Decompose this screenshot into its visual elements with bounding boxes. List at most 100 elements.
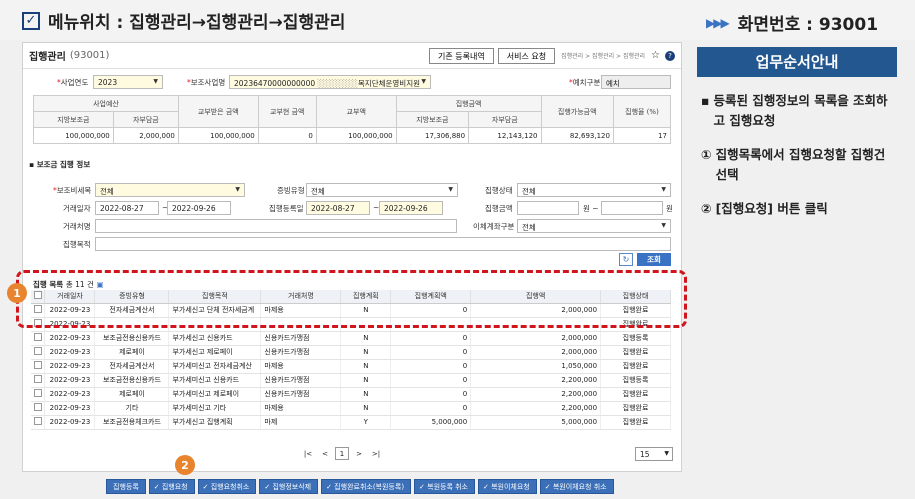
table-cell: 부가세신고 제로페이 [168,345,262,360]
year-label: *사업연도 [57,78,89,87]
last-page-button[interactable]: >| [369,447,383,460]
reg-date-from[interactable]: 2022-08-27 [306,201,370,215]
summary-cell: 0 [257,127,317,144]
row-checkbox[interactable] [31,415,46,430]
vendor-label: 거래처명 [63,222,91,231]
page-title: 집행관리 [29,52,66,63]
table-row[interactable]: 2022-09-23 보조금전용신용카드 부가세신고 신용카드 신용카드가맹점 N 0 2,… [31,331,671,346]
checkbox[interactable] [33,347,42,355]
guide-step-1: ① 집행목록에서 집행요청할 집행건 선택 [701,147,886,182]
purpose-label: 집행목적 [63,240,91,249]
table-row[interactable]: 2022-09-23 보조금전용체크카드 부가세신고 집행계획 마제 Y 5,000,00… [31,415,671,430]
prev-records-button[interactable]: 기존 등록내역 [429,47,494,64]
star-icon[interactable]: ☆ [651,50,660,61]
table-cell: 부가세신고 신용카드 [168,331,262,346]
checkbox[interactable] [33,389,42,397]
table-cell: 0 [390,387,472,402]
menu-location-label: 메뉴위치 : 집행관리→집행관리→집행관리 [48,13,346,33]
service-request-button[interactable]: 서비스 요청 [497,47,556,64]
action-button[interactable]: 집행등록 [106,479,146,494]
summary-header: 교부현 금액 [257,95,317,128]
year-select[interactable]: 2023 [93,75,163,89]
table-cell: 0 [390,359,472,374]
table-cell: Y [340,415,392,430]
table-cell: 집행완료 [600,345,671,360]
state-select[interactable]: 전체 [517,183,671,197]
table-cell: 기타 [94,401,170,416]
app-header: 집행관리 (93001) 기존 등록내역 서비스 요청 집행관리 > 집행관리 … [23,43,681,69]
row-checkbox[interactable] [31,387,46,402]
table-cell: 2022-09-23 [44,373,96,388]
row-checkbox[interactable] [31,345,46,360]
action-button[interactable]: ✓ 집행요청취소 [197,479,257,494]
table-row[interactable]: 2022-09-23 전자세금계산서 부가세미신고 전자세금계산 마제용 N 0 1,050… [31,359,671,374]
row-checkbox[interactable] [31,331,46,346]
first-page-button[interactable]: |< [301,447,315,460]
trade-date-label: 거래일자 [63,204,91,213]
screen-number-label: 화면번호 : 93001 [737,15,879,35]
biz-code: 20236470000000000 [234,79,316,88]
checkbox[interactable] [33,403,42,411]
prev-page-button[interactable]: < [318,447,332,460]
item-select[interactable]: 전체 [95,183,245,197]
table-cell: 전자세금계산서 [94,359,170,374]
summary-table: 사업예산 교부받은 금액 교부현 금액 교부액 집행금액 집행가능금액 집행율 … [33,95,672,144]
item-label: *보조비세목 [53,186,92,195]
table-cell: 신용카드가맹점 [260,387,342,402]
guide-body: ▪ 등록된 집행정보의 목록을 조회하고 집행요청 ① 집행목록에서 집행요청할 집… [697,77,897,219]
table-row[interactable]: 2022-09-23 제로페이 부가세미신고 제로페이 신용카드가맹점 N 0 2,200,… [31,387,671,402]
step-badge-2: 2 [175,455,195,475]
table-row[interactable]: 2022-09-23 보조금전용신용카드 부가세미신고 신용카드 신용카드가맹점 N 0 2… [31,373,671,388]
table-cell: 0 [390,401,472,416]
table-row[interactable]: 2022-09-23 제로페이 부가세신고 제로페이 신용카드가맹점 N 0 2,000,0… [31,345,671,360]
action-button[interactable]: ✓ 집행정보삭제 [259,479,319,494]
table-cell: 부가세신고 집행계획 [168,415,262,430]
row-checkbox[interactable] [31,373,46,388]
action-button[interactable]: ✓ 집행완료취소(복원등록) [321,479,412,494]
table-row[interactable]: 2022-09-23 기타 부가세미신고 기타 마제용 N 0 2,200,000 집행완료 [31,401,671,416]
table-cell: 신용카드가맹점 [260,345,342,360]
amount-to[interactable] [601,201,663,215]
checkbox[interactable] [33,375,42,383]
checkbox[interactable] [33,333,42,341]
summary-cell: 100,000,000 [315,127,397,144]
action-button[interactable]: ✓ 집행요청 [148,479,195,494]
row-checkbox[interactable] [31,401,46,416]
trade-date-from[interactable]: 2022-08-27 [95,201,159,215]
reg-date-to[interactable]: 2022-09-26 [379,201,443,215]
page-number-button[interactable]: 1 [335,447,349,460]
amount-from[interactable] [517,201,579,215]
page-size-select[interactable]: 15 [635,447,673,461]
checkbox[interactable] [33,361,42,369]
summary-header: 집행율 (%) [612,95,672,128]
proof-select[interactable]: 전체 [306,183,458,197]
table-cell: N [340,345,392,360]
transfer-select[interactable]: 전체 [517,219,671,233]
menu-location: ✓ 메뉴위치 : 집행관리→집행관리→집행관리 [22,8,345,33]
table-cell: 제로페이 [94,345,170,360]
action-button[interactable]: ✓ 복원이체요청 취소 [539,479,614,494]
section-title: ▪ 보조금 집행 정보 [29,160,91,169]
action-button[interactable]: ✓ 복원이체요청 [478,479,537,494]
summary-header: 사업예산 [33,95,179,112]
app-window: 집행관리 (93001) 기존 등록내역 서비스 요청 집행관리 > 집행관리 … [22,42,682,472]
reset-icon[interactable]: ↻ [619,253,633,266]
table-cell: 0 [390,331,472,346]
purpose-input[interactable] [95,237,671,251]
table-cell: 마제 [260,415,342,430]
guide-title: 업무순서안내 [697,47,897,77]
summary-header: 자부담금 [468,111,542,128]
checkbox[interactable] [33,417,42,425]
summary-header: 집행가능금액 [540,95,614,128]
action-button[interactable]: ✓ 복원등록 취소 [414,479,476,494]
row-checkbox[interactable] [31,359,46,374]
next-page-button[interactable]: > [352,447,366,460]
help-icon[interactable]: ? [665,50,675,61]
pagination: |< < 1 > >| [301,447,383,460]
biz-select[interactable]: 20236470000000000 ░░░░░░░복지단체운영비지원 [229,75,431,89]
vendor-input[interactable] [95,219,457,233]
search-button[interactable]: 조회 [637,253,671,266]
summary-cell: 17 [612,127,672,144]
table-cell: 2022-09-23 [44,387,96,402]
trade-date-to[interactable]: 2022-09-26 [167,201,231,215]
